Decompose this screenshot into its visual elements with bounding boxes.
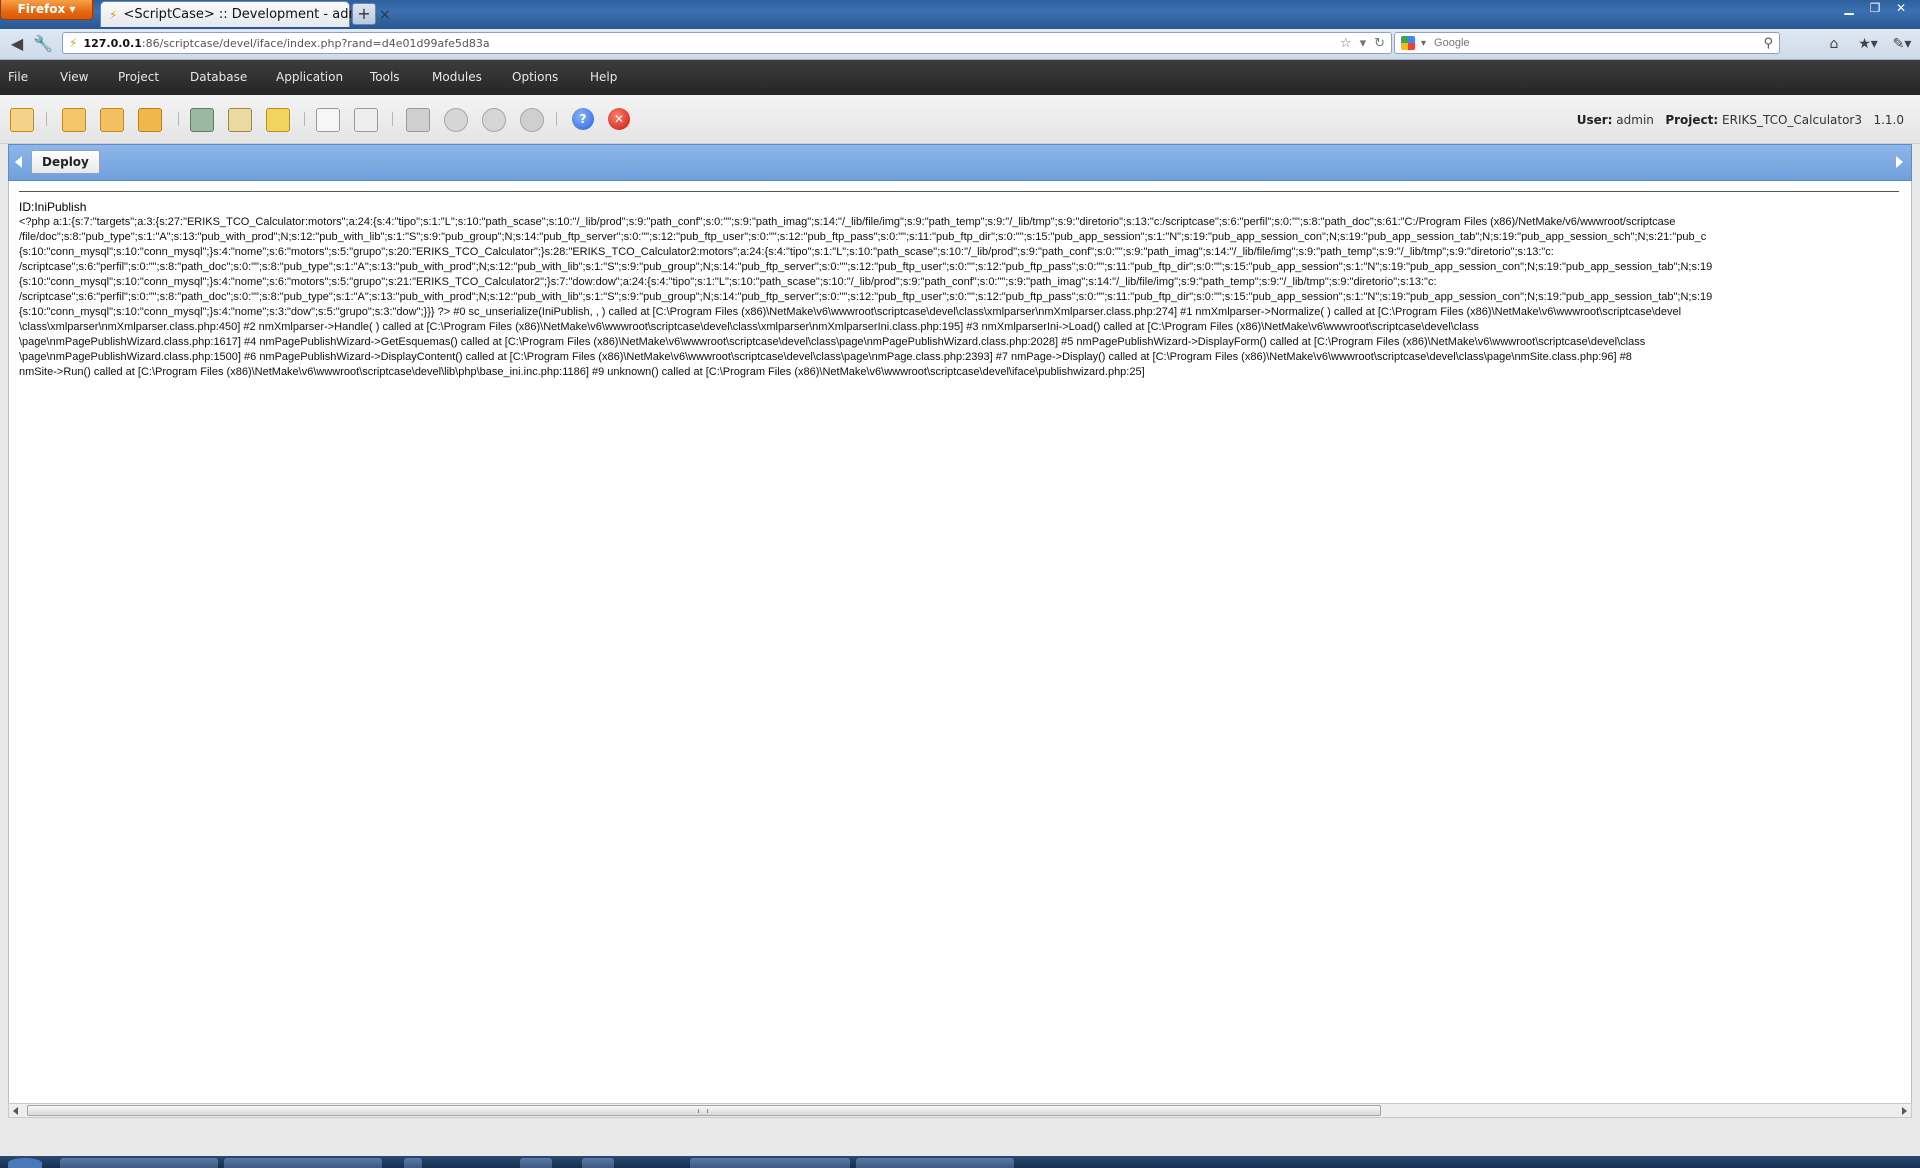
new-connection-icon[interactable] bbox=[190, 108, 214, 132]
google-engine-icon[interactable] bbox=[1401, 36, 1415, 50]
divider bbox=[19, 191, 1899, 192]
tab-title: <ScriptCase> :: Development - admin bbox=[123, 7, 373, 22]
bookmarks-menu-icon[interactable]: ★▾ bbox=[1856, 33, 1880, 55]
scroll-right-arrow-icon[interactable] bbox=[1902, 1107, 1907, 1115]
search-input[interactable] bbox=[1432, 36, 1758, 50]
error-id: ID:IniPublish bbox=[19, 200, 87, 214]
taskbar-item[interactable] bbox=[690, 1158, 850, 1168]
menu-options[interactable]: Options bbox=[512, 70, 558, 84]
run-application-icon[interactable] bbox=[520, 108, 544, 132]
address-bar[interactable]: ⚡ 127.0.0.1:86/scriptcase/devel/iface/in… bbox=[62, 32, 1392, 54]
database-icon[interactable] bbox=[266, 108, 290, 132]
bookmark-star-icon[interactable]: ☆ bbox=[1340, 36, 1352, 51]
close-tab-icon[interactable]: × bbox=[379, 7, 391, 23]
dump-line: /file/doc";s:8:"pub_type";s:1:"A";s:13:"… bbox=[19, 231, 1707, 243]
site-identity-icon: ⚡ bbox=[69, 36, 78, 50]
firefox-menu-button[interactable]: Firefox ▾ bbox=[0, 0, 93, 20]
save-icon[interactable] bbox=[406, 108, 430, 132]
generate-source-icon[interactable] bbox=[444, 108, 468, 132]
new-project-icon[interactable] bbox=[62, 108, 86, 132]
reload-icon[interactable]: ↻ bbox=[1374, 36, 1385, 51]
exit-icon[interactable]: ✕ bbox=[608, 108, 630, 130]
addons-icon[interactable]: ✎▾ bbox=[1890, 33, 1914, 55]
menu-view[interactable]: View bbox=[60, 70, 88, 84]
menu-file[interactable]: File bbox=[8, 70, 28, 84]
engine-dropdown-icon[interactable]: ▾ bbox=[1421, 38, 1426, 49]
dump-line: {s:10:"conn_mysql";s:10:"conn_mysql";}s:… bbox=[19, 246, 1554, 258]
horizontal-scrollbar[interactable] bbox=[8, 1103, 1912, 1118]
dump-line: {s:10:"conn_mysql";s:10:"conn_mysql";}s:… bbox=[19, 276, 1437, 288]
version-value: 1.1.0 bbox=[1873, 113, 1904, 127]
browser-tab-active[interactable]: ⚡ <ScriptCase> :: Development - admin × bbox=[100, 1, 391, 27]
menu-project[interactable]: Project bbox=[118, 70, 159, 84]
folder-icon[interactable] bbox=[138, 108, 162, 132]
taskbar-item[interactable] bbox=[856, 1158, 1014, 1168]
maximize-window-icon[interactable]: ❐ bbox=[1864, 0, 1886, 17]
dump-line: \class\xmlparser\nmXmlparser.class.php:4… bbox=[19, 321, 1479, 333]
deploy-tab-bar: Deploy bbox=[8, 144, 1912, 181]
dump-line: \page\nmPagePublishWizard.class.php:1617… bbox=[19, 336, 1646, 348]
dump-line: \page\nmPagePublishWizard.class.php:1500… bbox=[19, 351, 1632, 363]
home-icon[interactable]: ⌂ bbox=[1822, 33, 1846, 55]
content-frame: ID:IniPublish <?php a:1:{s:7:"targets";a… bbox=[8, 181, 1912, 1103]
generate-all-icon[interactable] bbox=[482, 108, 506, 132]
taskbar-item[interactable] bbox=[520, 1158, 552, 1168]
new-tab-button[interactable]: + bbox=[352, 3, 376, 25]
back-button-icon[interactable]: ◀ bbox=[6, 33, 28, 55]
scriptcase-favicon-icon: ⚡ bbox=[109, 7, 118, 22]
menu-database[interactable]: Database bbox=[190, 70, 247, 84]
user-project-info: User: admin Project: ERIKS_TCO_Calculato… bbox=[1577, 113, 1904, 127]
project-label: Project: bbox=[1665, 113, 1719, 127]
tools-icon[interactable]: 🔧 bbox=[32, 33, 54, 55]
dump-line: <?php a:1:{s:7:"targets";a:3:{s:27:"ERIK… bbox=[19, 216, 1676, 228]
user-value: admin bbox=[1616, 113, 1654, 127]
close-window-icon[interactable]: ✕ bbox=[1890, 0, 1912, 17]
edit-connection-icon[interactable] bbox=[228, 108, 252, 132]
help-icon[interactable]: ? bbox=[572, 108, 594, 130]
browser-navbar: ◀ 🔧 ⚡ 127.0.0.1:86/scriptcase/devel/ifac… bbox=[0, 29, 1920, 60]
taskbar-item[interactable] bbox=[224, 1158, 382, 1168]
scrollbar-thumb[interactable] bbox=[27, 1105, 1381, 1116]
search-icon[interactable]: ⚲ bbox=[1763, 36, 1773, 51]
taskbar-item[interactable] bbox=[60, 1158, 218, 1168]
menu-help[interactable]: Help bbox=[590, 70, 617, 84]
scroll-left-arrow-icon[interactable] bbox=[13, 1107, 18, 1115]
scroll-right-icon[interactable] bbox=[1896, 156, 1903, 168]
start-orb-icon[interactable] bbox=[8, 1158, 42, 1168]
taskbar-item[interactable] bbox=[582, 1158, 614, 1168]
os-taskbar bbox=[0, 1156, 1920, 1168]
grip-icon bbox=[698, 1109, 708, 1113]
dump-line: /scriptcase";s:6:"perfil";s:0:"";s:8:"pa… bbox=[19, 261, 1713, 273]
search-box[interactable]: ▾ ⚲ bbox=[1394, 32, 1780, 54]
minimize-window-icon[interactable]: ▁ bbox=[1838, 0, 1860, 17]
menu-tools[interactable]: Tools bbox=[370, 70, 400, 84]
taskbar-item[interactable] bbox=[404, 1158, 422, 1168]
tab-deploy[interactable]: Deploy bbox=[31, 150, 100, 174]
dump-line: nmSite->Run() called at [C:\Program File… bbox=[19, 366, 1145, 378]
app-menubar: File View Project Database Application T… bbox=[0, 60, 1920, 95]
app-toolbar: ? ✕ User: admin Project: ERIKS_TCO_Calcu… bbox=[0, 95, 1920, 144]
dump-line: {s:10:"conn_mysql";s:10:"conn_mysql";}s:… bbox=[19, 306, 1682, 318]
scroll-left-icon[interactable] bbox=[15, 156, 22, 168]
home-icon[interactable] bbox=[10, 108, 34, 132]
browser-titlebar: Firefox ▾ ⚡ <ScriptCase> :: Development … bbox=[0, 0, 1920, 29]
open-project-icon[interactable] bbox=[100, 108, 124, 132]
url-path: :86/scriptcase/devel/iface/index.php?ran… bbox=[141, 36, 490, 50]
new-application-icon[interactable] bbox=[316, 108, 340, 132]
dropdown-history-icon[interactable]: ▾ bbox=[1360, 36, 1367, 51]
menu-application[interactable]: Application bbox=[276, 70, 343, 84]
error-dump: <?php a:1:{s:7:"targets";a:3:{s:27:"ERIK… bbox=[19, 215, 1899, 380]
menu-modules[interactable]: Modules bbox=[432, 70, 482, 84]
project-value: ERIKS_TCO_Calculator3 bbox=[1722, 113, 1862, 127]
copy-application-icon[interactable] bbox=[354, 108, 378, 132]
user-label: User: bbox=[1576, 113, 1613, 127]
dump-line: /scriptcase";s:6:"perfil";s:0:"";s:8:"pa… bbox=[19, 291, 1713, 303]
url-host: 127.0.0.1 bbox=[83, 36, 142, 50]
firefox-menu-label: Firefox bbox=[17, 2, 66, 16]
